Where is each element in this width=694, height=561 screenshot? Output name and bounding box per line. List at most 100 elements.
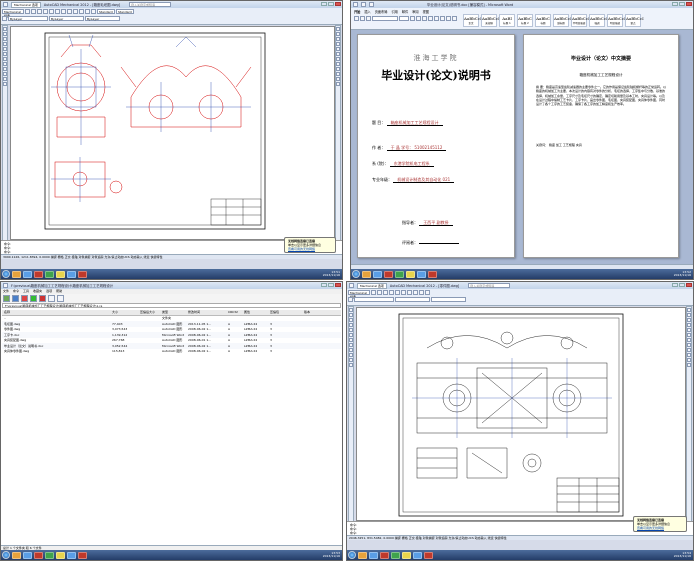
taskbar-app-autocad[interactable] [34, 551, 43, 559]
underline-icon[interactable] [422, 16, 427, 21]
style-title[interactable]: AaBbC 标题 [535, 14, 551, 27]
lineweight-select[interactable] [431, 297, 466, 302]
mirror-icon[interactable] [687, 318, 691, 322]
minimize-button[interactable] [672, 283, 678, 287]
polyline-icon[interactable] [3, 32, 7, 36]
workspace-tab[interactable]: Mechanical 选项 [357, 282, 387, 289]
linetype-select[interactable] [395, 297, 430, 302]
col-packed[interactable]: 压缩后大小 [140, 310, 162, 314]
app-menu-icon[interactable] [349, 283, 354, 288]
taskbar-app-winrar[interactable] [78, 270, 87, 278]
style-no-spacing[interactable]: AaBbCcI 无间隔 [481, 14, 500, 27]
table-icon[interactable] [3, 82, 7, 86]
hatch-icon[interactable] [3, 52, 7, 56]
taskbar-app-ie[interactable] [23, 270, 32, 278]
taskbar-app-autocad[interactable] [384, 270, 393, 278]
block-icon[interactable] [349, 343, 353, 347]
maximize-button[interactable] [679, 2, 685, 6]
close-button[interactable] [335, 283, 341, 287]
scale-icon[interactable] [687, 343, 691, 347]
taskbar-app-autocad[interactable] [34, 270, 43, 278]
taskbar-app-word[interactable] [417, 270, 426, 278]
add-icon[interactable] [3, 295, 10, 302]
taskbar-app-ie[interactable] [373, 270, 382, 278]
move-icon[interactable] [687, 333, 691, 337]
cover-page[interactable]: 淮海工学院 毕业设计(论文)说明书 题 目： 箱座机械加工工艺规程设计 作 者：… [357, 34, 515, 258]
style-heading1[interactable]: AaBl 标题 1 [499, 14, 515, 27]
list-item[interactable]: 零件图.dwg 3,073,543 AutoCAD 图形 2008-06-02 … [2, 327, 341, 333]
maximize-button[interactable] [328, 2, 334, 6]
extend-icon[interactable] [687, 353, 691, 357]
taskbar-app-media[interactable] [391, 551, 400, 559]
taskbar-app-explorer[interactable] [358, 551, 367, 559]
office-button-icon[interactable] [353, 2, 358, 7]
font-select[interactable] [372, 16, 398, 21]
copy-icon[interactable] [336, 32, 340, 36]
pan-icon[interactable] [407, 290, 412, 295]
bullets-icon[interactable] [446, 16, 451, 21]
col-archive[interactable]: 压缩包 [270, 310, 304, 314]
spline-icon[interactable] [349, 353, 353, 357]
array-icon[interactable] [687, 328, 691, 332]
taskbar-app-word[interactable] [413, 551, 422, 559]
zoom-icon[interactable] [413, 290, 418, 295]
network-notification[interactable]: 无线网络连接已连接 单击以显示更多详细信息 查看可用的无线网络 [284, 237, 336, 253]
layer-select[interactable]: ByLayer [8, 16, 48, 21]
taskbar-app-media[interactable] [395, 270, 404, 278]
text-style-select[interactable]: Standard [97, 9, 115, 14]
move-icon[interactable] [336, 52, 340, 56]
copy-icon[interactable] [687, 313, 691, 317]
taskbar-app-word[interactable] [67, 551, 76, 559]
workspace-select[interactable]: Mechanical 经典 [2, 9, 24, 18]
layer-manager-icon[interactable] [2, 16, 7, 21]
hatch-icon[interactable] [349, 333, 353, 337]
app-menu-icon[interactable] [3, 2, 8, 7]
taskbar-app-winrar[interactable] [428, 270, 437, 278]
col-size[interactable]: 大小 [112, 310, 140, 314]
rotate-icon[interactable] [336, 57, 340, 61]
offset-icon[interactable] [336, 42, 340, 46]
test-icon[interactable] [21, 295, 28, 302]
system-clock[interactable]: 13:54 2013/11/16 [674, 551, 693, 559]
erase-icon[interactable] [336, 27, 340, 31]
extract-icon[interactable] [12, 295, 19, 302]
list-item[interactable]: 毕业设计（论文）说明书.doc 3,052,544 Microsoft Word… [2, 343, 341, 349]
size-select[interactable] [399, 16, 409, 21]
taskbar-app-ie[interactable] [369, 551, 378, 559]
taskbar-app-media[interactable] [45, 551, 54, 559]
save-icon[interactable] [383, 290, 388, 295]
scale-icon[interactable] [336, 62, 340, 66]
trim-icon[interactable] [687, 348, 691, 352]
workspace-select[interactable]: Mechanical 经典 [348, 290, 370, 299]
close-button[interactable] [686, 2, 692, 6]
offset-icon[interactable] [687, 323, 691, 327]
taskbar-app-ie[interactable] [23, 551, 32, 559]
new-icon[interactable] [371, 290, 376, 295]
tab-view[interactable]: 视图 [423, 9, 429, 14]
taskbar-app-folder[interactable] [402, 551, 411, 559]
table-icon[interactable] [349, 363, 353, 367]
new-icon[interactable] [25, 9, 30, 14]
style-heading2[interactable]: AaBbC 标题 2 [517, 14, 533, 27]
search-input[interactable]: 键入关键字或短语 [468, 283, 511, 288]
taskbar-app-winrar[interactable] [78, 551, 87, 559]
redo-icon[interactable] [401, 290, 406, 295]
list-item[interactable]: 夹具装配图.dwg 267,768 AutoCAD 图形 2008-06-01 … [2, 338, 341, 344]
dim-style-select[interactable]: Standard [116, 9, 134, 14]
undo-icon[interactable] [49, 9, 54, 14]
view-icon[interactable] [30, 295, 37, 302]
abstract-page[interactable]: 毕业设计（论文）中文摘要 箱座机械加工工艺规程设计 摘 要：箱座是高速型齿轮减速… [523, 34, 679, 258]
delete-icon[interactable] [39, 295, 46, 302]
style-emphasis[interactable]: AaBbCcI 强调 [589, 14, 608, 27]
explode-icon[interactable] [336, 82, 340, 86]
list-item[interactable]: 毛坯图.dwg 77,403 AutoCAD 图形 2013-11-05 1..… [2, 321, 341, 327]
taskbar-app-autocad[interactable] [380, 551, 389, 559]
minimize-button[interactable] [321, 283, 327, 287]
col-date[interactable]: 修改时间 [188, 310, 228, 314]
point-icon[interactable] [349, 348, 353, 352]
align-center-icon[interactable] [434, 16, 439, 21]
array-icon[interactable] [336, 47, 340, 51]
linetype-select[interactable]: ByLayer [49, 16, 84, 21]
col-attr[interactable]: 属性 [244, 310, 270, 314]
drawing-canvas[interactable] [10, 26, 335, 240]
